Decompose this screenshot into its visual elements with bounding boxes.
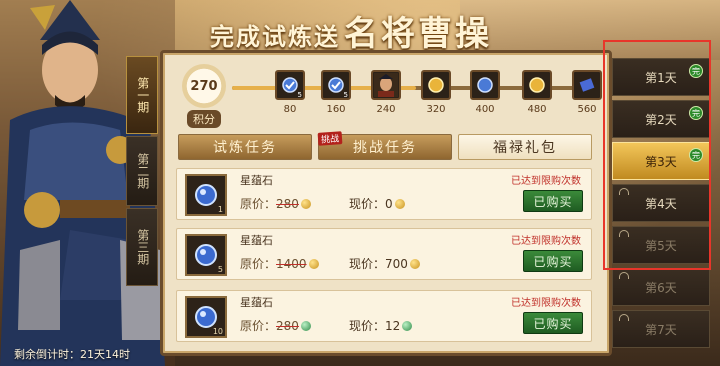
current-price: 现价：12 [349, 317, 413, 334]
countdown-timer: 剩余倒计时：21天14时 [14, 348, 130, 361]
current-price: 现价：700 [349, 255, 420, 272]
period-tab-2[interactable]: 第二期 [126, 136, 158, 206]
period-tab-label: 第三期 [135, 229, 150, 265]
gem-icon [470, 70, 500, 100]
gold-coin-icon [300, 199, 311, 209]
gold-coin-icon [409, 259, 420, 269]
reward-count: 5 [343, 91, 348, 99]
item-name: 星蕴石 [240, 296, 273, 309]
jade-coin-icon [300, 321, 311, 331]
purchase-limit-notice: 已达到限购次数 [511, 236, 581, 247]
reward-count: 5 [297, 91, 302, 99]
hero-portrait-icon [371, 70, 401, 100]
gold-coin-icon [308, 259, 319, 269]
reward-160[interactable]: 5 160 [321, 70, 351, 115]
period-tab-label: 第二期 [135, 153, 150, 189]
period-tab-1[interactable]: 第一期 [126, 56, 158, 134]
tab-gift-pack[interactable]: 福禄礼包 [458, 134, 592, 160]
gem-icon: 5 [321, 70, 351, 100]
original-price: 原价：280 [240, 195, 311, 212]
reward-480[interactable]: 480 [522, 70, 552, 115]
coin-icon [421, 70, 451, 100]
star-stone-icon: 1 [185, 174, 227, 216]
gift-item: 1 星蕴石 原价：280 现价：0 已达到限购次数 已购买 [176, 168, 592, 220]
points-label: 积分 [187, 110, 221, 128]
highlight-box [603, 40, 711, 270]
current-price-label: 现价： [349, 197, 386, 211]
current-price-value: 0 [385, 197, 393, 211]
gift-item: 5 星蕴石 原价：1400 现价：700 已达到限购次数 已购买 [176, 228, 592, 280]
title-part1: 完成试炼送 [210, 22, 340, 51]
reward-value: 400 [475, 104, 495, 115]
challenge-badge: 挑战 [317, 131, 343, 146]
scroll-icon [572, 70, 602, 100]
item-quantity: 10 [212, 327, 223, 336]
reward-320[interactable]: 320 [421, 70, 451, 115]
gift-item: 10 星蕴石 原价：280 现价：12 已达到限购次数 已购买 [176, 290, 592, 342]
reward-value: 480 [527, 104, 547, 115]
current-price-label: 现价： [349, 319, 386, 333]
day-6[interactable]: 第6天 [612, 268, 710, 306]
lock-icon [619, 314, 629, 321]
original-price: 原价：1400 [240, 255, 319, 272]
lock-icon [619, 272, 629, 279]
points-badge: 270 积分 [178, 64, 230, 128]
star-stone-icon: 5 [185, 234, 227, 276]
day-label: 第6天 [645, 280, 677, 295]
gold-coin-icon [394, 199, 405, 209]
purchase-limit-notice: 已达到限购次数 [511, 176, 581, 187]
reward-560[interactable]: 560 [572, 70, 602, 115]
reward-value: 240 [376, 104, 396, 115]
item-quantity: 5 [217, 265, 223, 274]
gem-icon: 5 [275, 70, 305, 100]
current-price-label: 现价： [349, 257, 386, 271]
coin-icon [522, 70, 552, 100]
current-price-value: 12 [385, 319, 401, 333]
reward-240[interactable]: 240 [371, 70, 401, 115]
points-value: 270 [182, 64, 226, 108]
day-7[interactable]: 第7天 [612, 310, 710, 348]
period-tab-label: 第一期 [135, 77, 150, 113]
purchased-button[interactable]: 已购买 [523, 312, 583, 334]
star-stone-icon: 10 [185, 296, 227, 338]
original-price-label: 原价： [240, 197, 277, 211]
purchased-button[interactable]: 已购买 [523, 190, 583, 212]
original-price-label: 原价： [240, 319, 277, 333]
reward-400[interactable]: 400 [470, 70, 500, 115]
purchased-button[interactable]: 已购买 [523, 250, 583, 272]
title-part2: 名将曹操 [344, 14, 492, 54]
purchase-limit-notice: 已达到限购次数 [511, 298, 581, 309]
reward-value: 160 [326, 104, 346, 115]
jade-coin-icon [402, 321, 413, 331]
current-price: 现价：0 [349, 195, 405, 212]
original-price-value: 1400 [276, 257, 307, 271]
reward-80[interactable]: 5 80 [275, 70, 305, 115]
original-price-value: 280 [276, 319, 299, 333]
tab-trial-tasks[interactable]: 试炼任务 [178, 134, 312, 160]
period-tab-3[interactable]: 第三期 [126, 208, 158, 286]
original-price: 原价：280 [240, 317, 311, 334]
day-label: 第7天 [645, 322, 677, 337]
current-price-value: 700 [385, 257, 408, 271]
original-price-label: 原价： [240, 257, 277, 271]
reward-value: 80 [283, 104, 297, 115]
reward-value: 560 [577, 104, 597, 115]
event-title: 完成试炼送 名将曹操 [210, 6, 492, 54]
reward-value: 320 [426, 104, 446, 115]
item-name: 星蕴石 [240, 234, 273, 247]
original-price-value: 280 [276, 197, 299, 211]
item-quantity: 1 [217, 205, 223, 214]
item-name: 星蕴石 [240, 174, 273, 187]
